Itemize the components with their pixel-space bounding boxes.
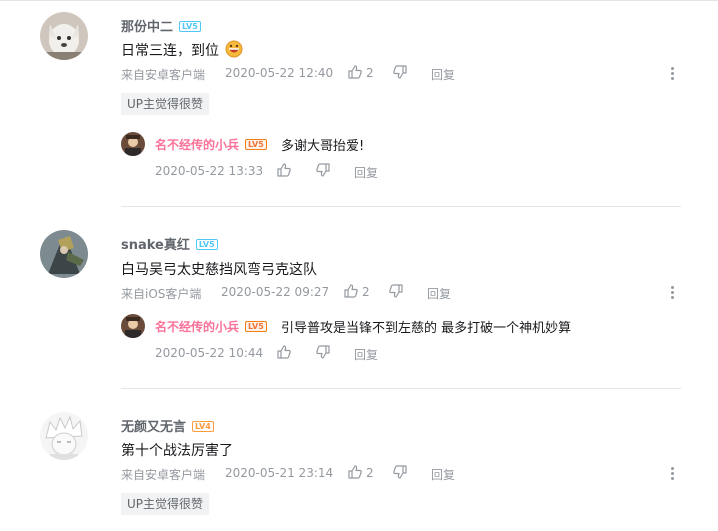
source-label: 来自安卓客户端: [121, 68, 206, 82]
timestamp: 2020-05-22 09:27: [221, 285, 330, 299]
source-label: 来自iOS客户端: [121, 287, 202, 301]
reply-button[interactable]: 回复: [427, 285, 451, 302]
thumb-down-icon[interactable]: [392, 464, 408, 480]
thumb-down-icon[interactable]: [315, 344, 331, 360]
level-badge: LV5: [179, 21, 201, 32]
reply-avatar[interactable]: [121, 314, 145, 338]
comment-meta: 来自安卓客户端 2020-05-22 12:40 2 回复: [121, 64, 681, 83]
like-count: 2: [366, 466, 374, 480]
like-count: 2: [362, 285, 370, 299]
like-count: 2: [366, 66, 374, 80]
reply-item: 名不经传的小兵 LV5 多谢大哥抬爱! 2020-05-22 13:33 回复: [121, 130, 681, 182]
level-badge: LV5: [245, 321, 267, 332]
username[interactable]: 那份中二 LV5: [121, 16, 201, 35]
comment-text: 白马吴弓太史慈挡风弯弓克这队: [121, 262, 317, 278]
thumb-up-icon[interactable]: [343, 283, 359, 299]
reply-username[interactable]: 名不经传的小兵 LV5: [155, 318, 267, 335]
source-label: 来自安卓客户端: [121, 468, 206, 482]
avatar[interactable]: [40, 412, 88, 460]
thumb-up-icon[interactable]: [347, 64, 363, 80]
reply-button[interactable]: 回复: [431, 466, 455, 483]
username-text[interactable]: 无颜又无言: [121, 420, 186, 435]
thumb-up-icon[interactable]: [347, 464, 363, 480]
username[interactable]: snake真红 LV5: [121, 234, 218, 253]
up-liked-tag: UP主觉得很赞: [121, 93, 210, 115]
level-badge: LV5: [195, 239, 218, 250]
timestamp: 2020-05-21 23:14: [225, 466, 334, 480]
avatar[interactable]: [40, 230, 88, 278]
reply-username-text[interactable]: 名不经传的小兵: [155, 138, 239, 152]
reply-username[interactable]: 名不经传的小兵 LV5: [155, 136, 267, 153]
username-text[interactable]: 那份中二: [121, 20, 173, 35]
level-badge: LV5: [245, 139, 267, 150]
more-options-icon[interactable]: [668, 66, 676, 82]
comment-meta: 来自安卓客户端 2020-05-21 23:14 2 回复: [121, 464, 681, 483]
thumb-down-icon[interactable]: [388, 283, 404, 299]
thumb-up-icon[interactable]: [276, 162, 292, 178]
comment-meta: 来自iOS客户端 2020-05-22 09:27 2 回复: [121, 283, 681, 302]
up-liked-tag: UP主觉得很赞: [121, 493, 210, 515]
reply-timestamp: 2020-05-22 13:33: [155, 164, 264, 178]
thumb-down-icon[interactable]: [315, 162, 331, 178]
reply-button[interactable]: 回复: [431, 66, 455, 83]
top-divider: [0, 0, 718, 7]
reply-text: 多谢大哥抬爱!: [281, 139, 365, 154]
grinning-face-emoji-icon: [225, 40, 243, 58]
avatar[interactable]: [40, 12, 88, 60]
reply-meta: 2020-05-22 10:44 回复: [155, 344, 455, 363]
username-text[interactable]: snake真红: [121, 238, 190, 253]
more-options-icon[interactable]: [668, 466, 676, 482]
comment-text: 日常三连，到位: [121, 40, 243, 60]
reply-meta: 2020-05-22 13:33 回复: [155, 162, 455, 181]
reply-item: 名不经传的小兵 LV5 引导普攻是当锋不到左慈的 最多打破一个神机妙算 2020-…: [121, 312, 681, 364]
comment-divider: [121, 388, 681, 389]
level-badge: LV4: [192, 421, 214, 432]
more-options-icon[interactable]: [668, 285, 676, 301]
reply-username-text[interactable]: 名不经传的小兵: [155, 320, 239, 334]
thumb-up-icon[interactable]: [276, 344, 292, 360]
comment-divider: [121, 206, 681, 207]
reply-timestamp: 2020-05-22 10:44: [155, 346, 264, 360]
comment-text-content: 日常三连，到位: [121, 43, 219, 59]
reply-button[interactable]: 回复: [354, 346, 378, 363]
username[interactable]: 无颜又无言 LV4: [121, 416, 214, 435]
timestamp: 2020-05-22 12:40: [225, 66, 334, 80]
reply-button[interactable]: 回复: [354, 164, 378, 181]
reply-text: 引导普攻是当锋不到左慈的 最多打破一个神机妙算: [281, 321, 572, 336]
thumb-down-icon[interactable]: [392, 64, 408, 80]
reply-avatar[interactable]: [121, 132, 145, 156]
comment-text: 第十个战法厉害了: [121, 443, 233, 459]
